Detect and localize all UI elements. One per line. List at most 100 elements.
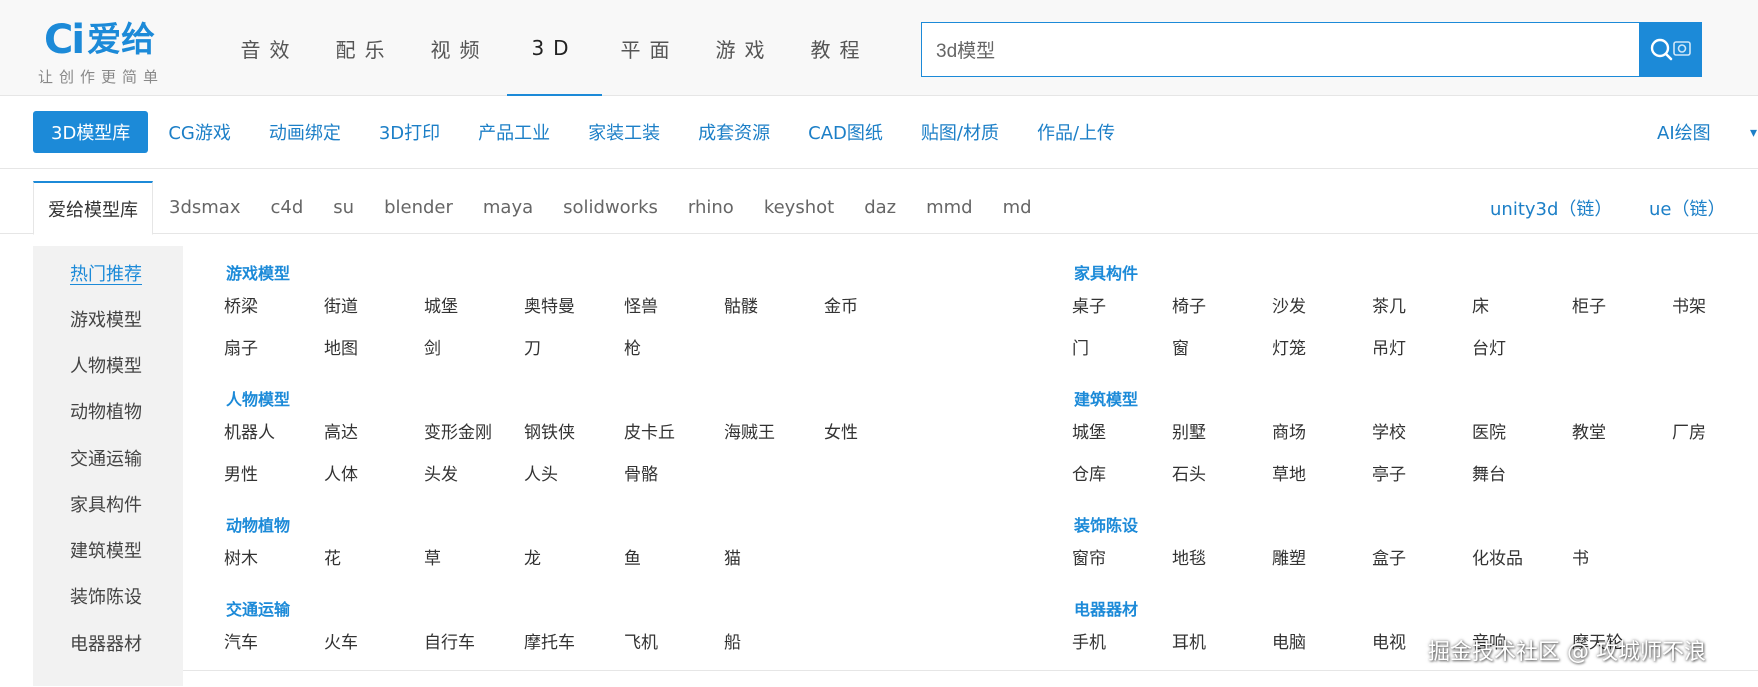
tag-link[interactable]: 地图	[324, 334, 358, 359]
tag-link[interactable]: 金币	[824, 292, 858, 317]
tag-link[interactable]: 高达	[324, 418, 358, 443]
tag-link[interactable]: 沙发	[1272, 292, 1306, 317]
tag-link[interactable]: 女性	[824, 418, 858, 443]
main-nav-tutorial[interactable]: 教程	[792, 0, 887, 96]
group-title-architecture[interactable]: 建筑模型	[1074, 386, 1138, 410]
tag-link[interactable]: 教堂	[1572, 418, 1606, 443]
tag-link[interactable]: 化妆品	[1472, 544, 1523, 569]
tag-link[interactable]: 茶几	[1372, 292, 1406, 317]
category-cg-game[interactable]: CG游戏	[150, 111, 249, 153]
tag-link[interactable]: 城堡	[1072, 418, 1106, 443]
tag-link[interactable]: 书架	[1672, 292, 1706, 317]
tag-link[interactable]: 吊灯	[1372, 334, 1406, 359]
tag-link[interactable]: 剑	[424, 334, 441, 359]
tab-ue-link[interactable]: ue（链）	[1649, 181, 1725, 234]
tag-link[interactable]: 树木	[224, 544, 258, 569]
main-nav-3d[interactable]: 3D	[507, 0, 602, 96]
category-interior-design[interactable]: 家装工装	[570, 111, 678, 153]
tag-link[interactable]: 商场	[1272, 418, 1306, 443]
tag-link[interactable]: 汽车	[224, 628, 258, 653]
tag-link[interactable]: 头发	[424, 460, 458, 485]
tab-md[interactable]: md	[989, 181, 1046, 234]
group-title-furniture[interactable]: 家具构件	[1074, 260, 1138, 284]
category-animation-rigging[interactable]: 动画绑定	[251, 111, 359, 153]
category-3d-print[interactable]: 3D打印	[361, 111, 458, 153]
category-3d-library[interactable]: 3D模型库	[33, 111, 149, 153]
tag-link[interactable]: 草	[424, 544, 441, 569]
tag-link[interactable]: 火车	[324, 628, 358, 653]
tag-link[interactable]: 床	[1472, 292, 1489, 317]
tag-link[interactable]: 窗帘	[1072, 544, 1106, 569]
tag-link[interactable]: 怪兽	[624, 292, 658, 317]
tag-link[interactable]: 人头	[524, 460, 558, 485]
category-cad[interactable]: CAD图纸	[790, 111, 901, 153]
tag-link[interactable]: 雕塑	[1272, 544, 1306, 569]
sidebar-item-transport[interactable]: 交通运输	[70, 445, 142, 471]
group-title-transport[interactable]: 交通运输	[226, 596, 290, 620]
tab-su[interactable]: su	[319, 181, 368, 234]
tag-link[interactable]: 厂房	[1672, 418, 1706, 443]
tag-link[interactable]: 医院	[1472, 418, 1506, 443]
tab-3dsmax[interactable]: 3dsmax	[155, 181, 254, 234]
tag-link[interactable]: 桌子	[1072, 292, 1106, 317]
group-title-animals-plants[interactable]: 动物植物	[226, 512, 290, 536]
tag-link[interactable]: 骨骼	[624, 460, 658, 485]
sidebar-item-hot[interactable]: 热门推荐	[70, 260, 142, 286]
tag-link[interactable]: 石头	[1172, 460, 1206, 485]
tag-link[interactable]: 刀	[524, 334, 541, 359]
tab-solidworks[interactable]: solidworks	[549, 181, 672, 234]
tag-link[interactable]: 书	[1572, 544, 1589, 569]
site-logo[interactable]: Ci 爱给 让创作更简单	[38, 18, 194, 88]
tag-link[interactable]: 人体	[324, 460, 358, 485]
category-textures[interactable]: 贴图/材质	[903, 111, 1017, 153]
tag-link[interactable]: 街道	[324, 292, 358, 317]
tag-link[interactable]: 船	[724, 628, 741, 653]
tag-link[interactable]: 仓库	[1072, 460, 1106, 485]
tag-link[interactable]: 奥特曼	[524, 292, 575, 317]
tag-link[interactable]: 飞机	[624, 628, 658, 653]
main-nav-music[interactable]: 配乐	[317, 0, 412, 96]
tab-aigei-library[interactable]: 爱给模型库	[33, 181, 153, 235]
category-product-industry[interactable]: 产品工业	[460, 111, 568, 153]
sidebar-item-decoration[interactable]: 装饰陈设	[70, 583, 142, 609]
main-nav-graphic[interactable]: 平面	[602, 0, 697, 96]
tag-link[interactable]: 扇子	[224, 334, 258, 359]
tag-link[interactable]: 变形金刚	[424, 418, 492, 443]
tag-link[interactable]: 枪	[624, 334, 641, 359]
category-ai-drawing[interactable]: AI绘图	[1657, 111, 1711, 153]
tab-mmd[interactable]: mmd	[912, 181, 987, 234]
tab-unity3d-link[interactable]: unity3d（链）	[1490, 181, 1612, 234]
group-title-electronics[interactable]: 电器器材	[1074, 596, 1138, 620]
sidebar-item-architecture[interactable]: 建筑模型	[70, 537, 142, 563]
sidebar-item-game-models[interactable]: 游戏模型	[70, 306, 142, 332]
tab-maya[interactable]: maya	[469, 181, 547, 234]
tag-link[interactable]: 草地	[1272, 460, 1306, 485]
tag-link[interactable]: 电脑	[1272, 628, 1306, 653]
tag-link[interactable]: 盒子	[1372, 544, 1406, 569]
tag-link[interactable]: 舞台	[1472, 460, 1506, 485]
group-title-decoration[interactable]: 装饰陈设	[1074, 512, 1138, 536]
tag-link[interactable]: 鱼	[624, 544, 641, 569]
tag-link[interactable]: 男性	[224, 460, 258, 485]
tag-link[interactable]: 皮卡丘	[624, 418, 675, 443]
tag-link[interactable]: 门	[1072, 334, 1089, 359]
tag-link[interactable]: 学校	[1372, 418, 1406, 443]
group-title-game-models[interactable]: 游戏模型	[226, 260, 290, 284]
tag-link[interactable]: 骷髅	[724, 292, 758, 317]
tag-link[interactable]: 柜子	[1572, 292, 1606, 317]
main-nav-game[interactable]: 游戏	[697, 0, 792, 96]
tab-c4d[interactable]: c4d	[256, 181, 317, 234]
tag-link[interactable]: 电视	[1372, 628, 1406, 653]
sidebar-item-furniture[interactable]: 家具构件	[70, 491, 142, 517]
tag-link[interactable]: 摩托车	[524, 628, 575, 653]
search-input[interactable]	[921, 22, 1639, 77]
tag-link[interactable]: 手机	[1072, 628, 1106, 653]
tag-link[interactable]: 机器人	[224, 418, 275, 443]
tab-daz[interactable]: daz	[850, 181, 910, 234]
tag-link[interactable]: 钢铁侠	[524, 418, 575, 443]
category-resource-sets[interactable]: 成套资源	[680, 111, 788, 153]
main-nav-sound[interactable]: 音效	[222, 0, 317, 96]
main-nav-video[interactable]: 视频	[412, 0, 507, 96]
tag-link[interactable]: 耳机	[1172, 628, 1206, 653]
sidebar-item-animals-plants[interactable]: 动物植物	[70, 398, 142, 424]
